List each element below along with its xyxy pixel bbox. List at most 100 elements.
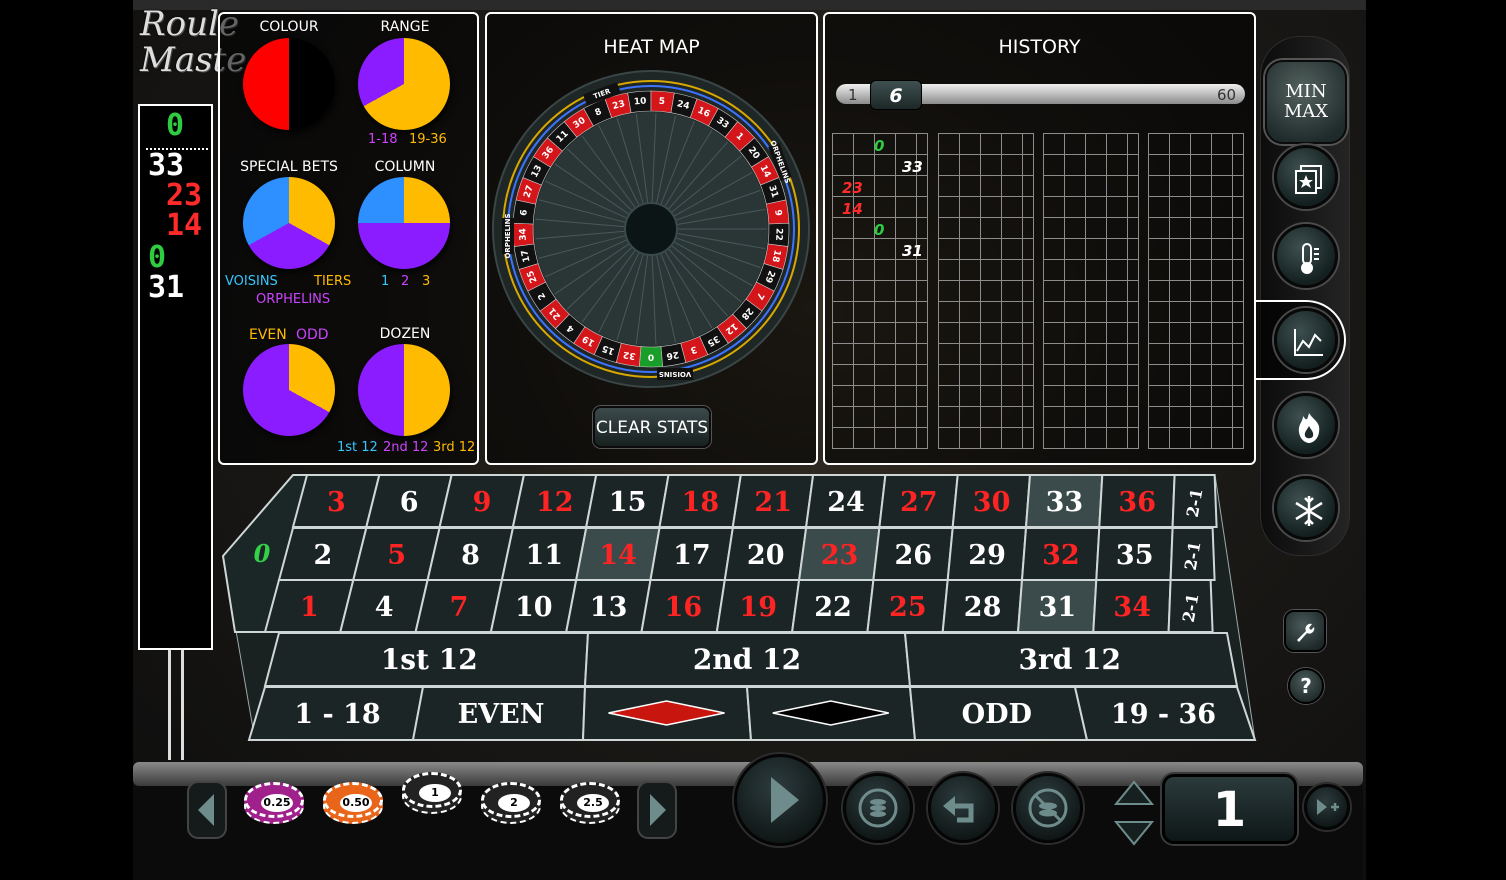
number-label: 16	[665, 592, 703, 623]
number-label: 23	[821, 540, 859, 571]
clear-stats-button[interactable]: CLEAR STATS	[593, 406, 711, 448]
wheel-number: 5	[658, 97, 665, 107]
betting-table: 0 3 6 9 12 15 18 21 24 27 30 33 36 2-1 2 5 8 11 14 17 20 23 26…	[215, 470, 1260, 760]
number-label: 5	[387, 540, 406, 571]
heat-map-title: HEAT MAP	[603, 36, 700, 58]
clear-bets-button[interactable]	[1013, 773, 1083, 843]
chip-0.25[interactable]: 0.25	[244, 782, 304, 824]
number-label: 22	[814, 592, 852, 623]
help-button[interactable]: ?	[1288, 668, 1324, 704]
number-label: 34	[1113, 592, 1151, 623]
number-label: 24	[827, 487, 865, 518]
racetrack-button[interactable]	[1274, 393, 1338, 457]
no-chips-icon	[1028, 788, 1068, 828]
number-label: 31	[1039, 592, 1077, 623]
outside-bet-label: 1 - 18	[294, 699, 380, 730]
dozen-title: DOZEN	[379, 326, 431, 342]
special-bets-title: SPECIAL BETS	[240, 159, 338, 175]
number-label: 14	[599, 540, 637, 571]
number-label: 17	[673, 540, 711, 571]
chip-value: 0.25	[261, 794, 293, 812]
chip-value: 0.50	[340, 794, 372, 812]
triangle-down-icon	[1113, 821, 1155, 846]
number-label: 29	[968, 540, 1006, 571]
chip-face: 0.50	[323, 782, 383, 818]
number-label: 33	[1046, 487, 1084, 518]
history-entry: 33	[902, 158, 923, 176]
sector-label: VOISINS	[659, 370, 691, 378]
voisins-label: VOISINS	[225, 274, 278, 289]
history-grid-4	[1148, 133, 1244, 449]
zero-number: 0	[254, 539, 271, 568]
play-icon	[771, 777, 799, 823]
max-bet-button[interactable]	[1304, 784, 1350, 830]
flame-icon	[1298, 413, 1320, 443]
hot-cold-button[interactable]	[1274, 224, 1338, 288]
dozen-label: 2nd 12	[693, 643, 801, 676]
rebet-button[interactable]	[843, 773, 913, 843]
heat-map-wheel: 0321519421225173462713361130823 10 5 241633…	[492, 70, 810, 388]
betting-layout: 03 6 9 12 15 18 21 24 27 30 33 36 2-12 5 8 11 14 17 20 23 26…	[221, 474, 1257, 741]
number-label: 4	[375, 592, 394, 623]
orphelins-label: ORPHELINS	[256, 292, 331, 307]
history-entry: 23	[842, 179, 863, 197]
dozen-label: 3rd 12	[1018, 643, 1121, 676]
column-3-label: 3	[422, 274, 431, 289]
chip-2[interactable]: 2	[481, 782, 541, 824]
range-low-label: 1-18	[368, 132, 398, 147]
chips-next-button[interactable]	[636, 780, 678, 840]
number-label: 19	[739, 592, 777, 623]
chip-1[interactable]: 1	[402, 772, 462, 814]
bet-increase-button[interactable]	[1112, 778, 1156, 808]
recent-number: 14	[166, 208, 203, 243]
chip-2.5[interactable]: 2.5	[560, 782, 620, 824]
history-entry: 31	[902, 242, 923, 260]
fast-forward-plus-icon	[1317, 799, 1339, 815]
chip-face: 2	[481, 782, 541, 818]
number-label: 30	[973, 487, 1011, 518]
colour-pie-chart	[243, 38, 335, 130]
history-slider-knob[interactable]: 6	[870, 80, 922, 110]
wheel-number: 9	[772, 209, 783, 216]
sector-label: ORPHELINS	[504, 213, 512, 258]
number-label: 27	[900, 487, 938, 518]
recent-number: 0	[166, 108, 185, 143]
column-2-label: 2	[401, 274, 410, 289]
chips-prev-button[interactable]	[186, 780, 228, 840]
column-pie-chart	[358, 177, 450, 269]
wheel-number: 10	[634, 96, 647, 107]
number-label: 35	[1116, 540, 1154, 571]
history-slider-min: 1	[848, 86, 858, 104]
even-label: EVEN	[249, 327, 287, 343]
recent-number: 31	[148, 270, 185, 305]
rebet-icon	[858, 788, 898, 828]
settings-button[interactable]	[1284, 610, 1326, 652]
number-label: 25	[889, 592, 927, 623]
dozen-3-label: 3rd 12	[433, 440, 476, 455]
history-grid-3	[1043, 133, 1139, 449]
range-high-label: 19-36	[409, 132, 447, 147]
outside-bet-label: ODD	[962, 699, 1032, 730]
bet-decrease-button[interactable]	[1112, 818, 1156, 848]
number-label: 26	[895, 540, 933, 571]
chip-face: 1	[402, 772, 462, 808]
favourite-bets-button[interactable]	[1274, 145, 1338, 209]
history-grid-2	[938, 133, 1034, 449]
chip-0.50[interactable]: 0.50	[323, 782, 383, 824]
board-pole	[168, 650, 184, 760]
undo-button[interactable]	[928, 773, 998, 843]
min-max-button[interactable]: MIN MAX	[1265, 60, 1347, 144]
dozen-pie-chart	[358, 344, 450, 436]
chip-face: 0.25	[244, 782, 304, 818]
recent-number: 0	[148, 240, 167, 275]
number-label: 1	[300, 592, 319, 623]
spin-button[interactable]	[734, 754, 826, 846]
dozen-1-label: 1st 12	[337, 440, 378, 455]
statistics-button[interactable]	[1274, 308, 1338, 372]
wheel-number: 22	[773, 228, 784, 241]
cold-numbers-button[interactable]	[1274, 476, 1338, 540]
snowflake-icon	[1295, 496, 1323, 526]
number-label: 12	[536, 487, 574, 518]
range-title: RANGE	[380, 19, 430, 35]
number-label: 20	[747, 540, 785, 571]
